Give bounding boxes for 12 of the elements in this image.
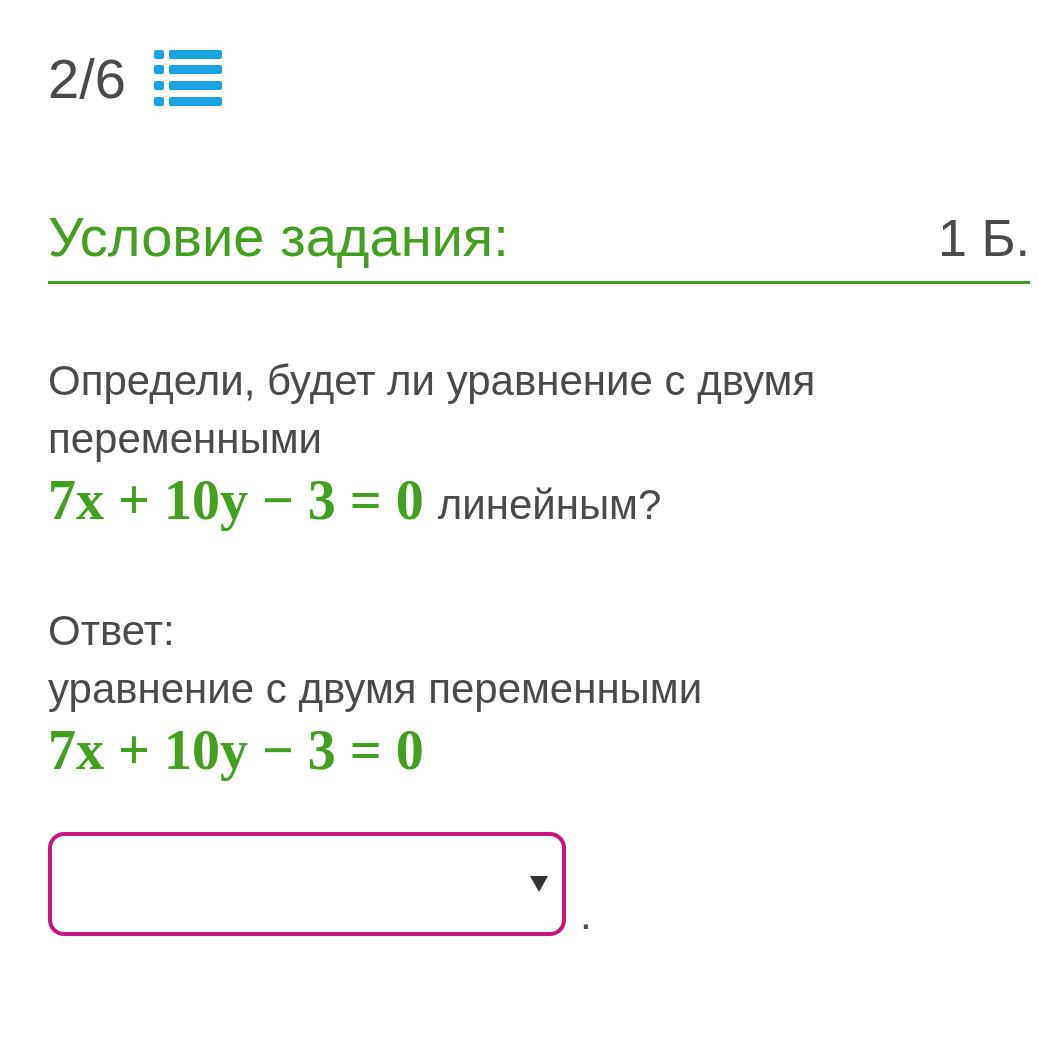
- task-title: Условие задания:: [48, 204, 509, 269]
- answer-text: уравнение с двумя переменными: [48, 664, 704, 714]
- equation: 7x + 10y − 3 = 0: [48, 468, 424, 532]
- question-suffix: линейным?: [437, 480, 662, 530]
- answer-label: Ответ:: [48, 606, 176, 656]
- points: 1 Б.: [938, 208, 1030, 268]
- answer-dropdown[interactable]: [48, 832, 566, 936]
- caret-icon: [530, 876, 548, 892]
- equation: 7x + 10y − 3 = 0: [48, 718, 424, 782]
- list-icon[interactable]: [153, 48, 222, 108]
- period: .: [580, 894, 592, 936]
- question-counter: 2/6: [48, 45, 126, 111]
